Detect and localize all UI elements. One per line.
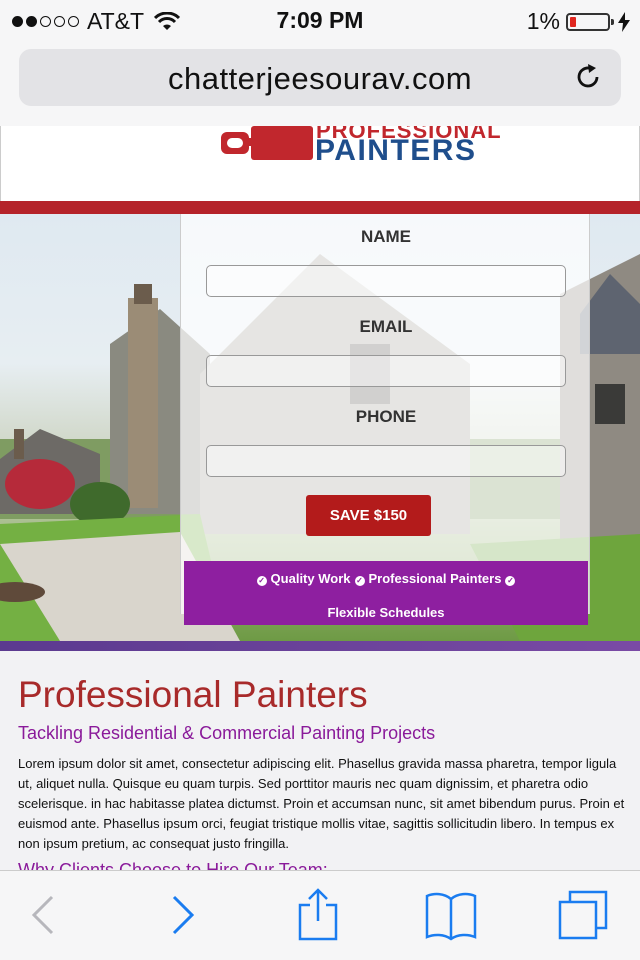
address-bar[interactable]: chatterjeesourav.com [19,49,621,106]
bookmarks-icon[interactable] [424,891,478,941]
phone-input[interactable] [206,445,566,477]
feature-professional-painters: Professional Painters [368,571,502,586]
feature-quality-work: Quality Work [270,571,351,586]
battery-icon [566,12,614,31]
logo-text-bottom: PAINTERS [315,134,477,167]
check-circle-icon: ✓ [505,576,516,586]
share-icon[interactable] [297,887,339,941]
save-button[interactable]: SAVE $150 [306,495,431,536]
battery-group: 1% [527,8,630,35]
email-label: EMAIL [359,317,413,336]
quote-form: NAME EMAIL PHONE SAVE $150 ✓ Quality Work… [180,214,590,625]
page-title: Professional Painters [18,674,368,715]
features-banner: ✓ Quality Work ✓ Professional Painters ✓ Fle… [184,561,588,625]
section-heading: Why Clients Choose to Hire Our Team: [18,860,328,870]
hero-banner: NAME EMAIL PHONE SAVE $150 ✓ Quality Work… [0,214,640,641]
back-icon[interactable] [30,893,56,937]
page-subtitle: Tackling Residential & Commercial Painti… [18,723,436,743]
feature-flexible-schedules: Flexible Schedules [327,605,445,620]
charging-bolt-icon [618,11,630,32]
url-text[interactable]: chatterjeesourav.com [19,61,621,97]
name-input[interactable] [206,265,566,297]
check-circle-icon: ✓ [354,576,365,586]
site-header: PROFESSIONAL PAINTERS [0,126,640,201]
paint-roller-logo-icon [221,126,313,160]
forward-icon[interactable] [170,893,196,937]
browser-toolbar [0,870,640,960]
status-bar: AT&T 7:09 PM 1% [0,0,640,40]
web-page: PROFESSIONAL PAINTERS NAME EMAIL PHONE S… [0,126,640,870]
reload-icon[interactable] [575,63,603,91]
header-divider [0,201,640,214]
name-label: NAME [360,227,412,246]
email-input[interactable] [206,355,566,387]
battery-percent: 1% [526,8,560,34]
features-line-1: ✓ Quality Work ✓ Professional Painters ✓ [184,571,588,586]
phone-label: PHONE [355,407,417,426]
hero-divider [0,641,640,651]
tabs-icon[interactable] [557,889,609,941]
browser-header: chatterjeesourav.com [0,40,640,126]
intro-paragraph: Lorem ipsum dolor sit amet, consectetur … [18,756,625,851]
check-circle-icon: ✓ [256,576,267,586]
